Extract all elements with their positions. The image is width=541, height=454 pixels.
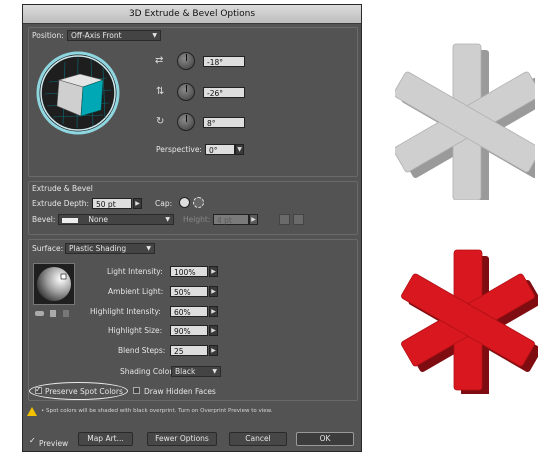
red-asterisk-icon <box>401 249 541 396</box>
extrude-bevel-dialog: 3D Extrude & Bevel Options Position: Off… <box>22 4 362 452</box>
height-label: Height: <box>183 215 211 224</box>
bevel-select[interactable]: None ▼ <box>58 214 174 225</box>
delete-light-icon[interactable] <box>63 310 69 317</box>
highlight-size-label: Highlight Size: <box>108 326 163 335</box>
track-cube-icon <box>36 51 120 135</box>
height-field[interactable]: 4 pt <box>213 214 249 225</box>
light-intensity-label: Light Intensity: <box>107 267 163 276</box>
rotate-z-icon: ↻ <box>156 116 165 127</box>
chevron-down-icon: ▼ <box>212 368 217 375</box>
surface-value: Plastic Shading <box>69 244 127 253</box>
draw-hidden-checkbox[interactable] <box>133 387 140 394</box>
chevron-down-icon: ▼ <box>165 216 170 223</box>
draw-hidden-label: Draw Hidden Faces <box>144 387 216 396</box>
bevel-swatch <box>62 217 78 223</box>
rotation-y-field[interactable]: -26° <box>203 87 245 98</box>
shading-color-select[interactable]: Black ▼ <box>171 366 221 377</box>
highlight-intensity-arrow[interactable]: ▶ <box>209 306 218 317</box>
highlight-intensity-label: Highlight Intensity: <box>90 307 161 316</box>
chevron-down-icon: ▼ <box>152 32 157 39</box>
chevron-down-icon: ▼ <box>146 245 151 252</box>
highlight-intensity-field[interactable]: 60% <box>170 306 208 317</box>
highlight-size-field[interactable]: 90% <box>170 325 208 336</box>
shading-color-label: Shading Color: <box>120 367 175 376</box>
height-arrow[interactable]: ▶ <box>249 214 258 225</box>
gray-asterisk-icon <box>393 43 541 206</box>
rotation-z-field[interactable]: 8° <box>203 117 245 128</box>
cap-on-icon[interactable] <box>179 197 190 208</box>
extrude-section-title: Extrude & Bevel <box>32 184 93 193</box>
position-value: Off-Axis Front <box>71 31 122 40</box>
new-light-icon[interactable] <box>50 310 56 317</box>
rotate-x-icon: ⇄ <box>155 55 164 66</box>
dialog-title: 3D Extrude & Bevel Options <box>23 5 361 24</box>
perspective-dropdown-arrow[interactable]: ▼ <box>235 144 244 155</box>
surface-label: Surface: <box>32 244 64 253</box>
position-select[interactable]: Off-Axis Front ▼ <box>67 30 161 41</box>
gray-asterisk-preview <box>393 40 541 206</box>
light-sphere-icon <box>37 267 71 301</box>
perspective-label: Perspective: <box>156 145 202 154</box>
ambient-light-field[interactable]: 50% <box>170 286 208 297</box>
rotate-y-icon: ⇅ <box>156 86 165 97</box>
rotation-z-dial[interactable] <box>177 113 195 131</box>
preview-label[interactable]: Preview <box>39 439 68 448</box>
blend-steps-field[interactable]: 25 <box>170 345 208 356</box>
cap-label: Cap: <box>155 199 173 208</box>
blend-steps-label: Blend Steps: <box>118 346 166 355</box>
light-intensity-field[interactable]: 100% <box>170 266 208 277</box>
red-asterisk-preview <box>398 244 541 396</box>
rotation-x-dial[interactable] <box>177 52 195 70</box>
perspective-field[interactable]: 0° <box>205 144 235 155</box>
extrude-depth-label: Extrude Depth: <box>32 199 90 208</box>
highlight-size-arrow[interactable]: ▶ <box>209 325 218 336</box>
position-label: Position: <box>32 31 64 40</box>
bevel-label: Bevel: <box>32 215 56 224</box>
light-sphere[interactable] <box>33 263 75 305</box>
ambient-light-label: Ambient Light: <box>108 287 164 296</box>
fewer-options-button[interactable]: Fewer Options <box>147 432 217 446</box>
ok-button[interactable]: OK <box>296 432 354 446</box>
rotation-x-field[interactable]: -18° <box>203 56 245 67</box>
bevel-in-icon[interactable] <box>293 214 304 225</box>
bevel-value: None <box>88 215 108 224</box>
rotation-y-dial[interactable] <box>177 83 195 101</box>
warning-text: • Spot colors will be shaded with black … <box>41 408 273 414</box>
surface-select[interactable]: Plastic Shading ▼ <box>65 243 155 254</box>
checkmark-icon: ✓ <box>35 385 42 394</box>
preserve-spot-label: Preserve Spot Colors <box>45 387 123 396</box>
shading-color-value: Black <box>175 367 196 376</box>
rotation-track-cube[interactable] <box>35 50 121 136</box>
cancel-button[interactable]: Cancel <box>229 432 287 446</box>
preview-checkmark-icon[interactable]: ✓ <box>29 437 36 445</box>
map-art-button[interactable]: Map Art... <box>78 432 133 446</box>
extrude-depth-field[interactable]: 50 pt <box>92 198 132 209</box>
extrude-depth-arrow[interactable]: ▶ <box>133 198 142 209</box>
cap-off-icon[interactable] <box>193 197 204 208</box>
bevel-out-icon[interactable] <box>279 214 290 225</box>
warning-icon <box>27 407 37 416</box>
blend-steps-arrow[interactable]: ▶ <box>209 345 218 356</box>
ambient-light-arrow[interactable]: ▶ <box>209 286 218 297</box>
light-intensity-arrow[interactable]: ▶ <box>209 266 218 277</box>
move-light-back-icon[interactable] <box>35 311 44 316</box>
